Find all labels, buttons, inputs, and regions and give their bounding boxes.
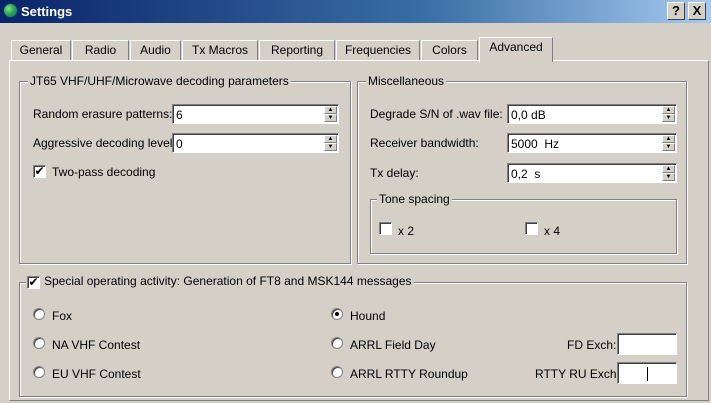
aggressive-decoding-spinbox[interactable]: 0 ▲ ▼ <box>172 133 339 153</box>
advanced-panel: JT65 VHF/UHF/Microwave decoding paramete… <box>9 60 709 401</box>
spin-up-icon[interactable]: ▲ <box>662 165 675 173</box>
degrade-sn-value: 0,0 dB <box>511 108 546 122</box>
radio-hound[interactable] <box>331 308 343 320</box>
tab-audio[interactable]: Audio <box>130 40 181 61</box>
radio-arrl-field-day[interactable] <box>331 337 343 349</box>
na-vhf-contest-label: NA VHF Contest <box>52 338 141 352</box>
fd-exch-input[interactable] <box>617 333 677 355</box>
tab-advanced[interactable]: Advanced <box>479 37 553 62</box>
random-erasure-value: 6 <box>176 108 183 122</box>
aggressive-decoding-label: Aggressive decoding level: <box>33 136 176 150</box>
two-pass-label: Two-pass decoding <box>52 165 156 179</box>
tab-tx-macros[interactable]: Tx Macros <box>182 40 258 61</box>
tab-colors[interactable]: Colors <box>421 40 478 61</box>
tab-bar: General Radio Audio Tx Macros Reporting … <box>0 37 711 62</box>
tx-delay-spinbox[interactable]: 0,2 s ▲ ▼ <box>507 163 677 183</box>
tone-x4-label: x 4 <box>544 224 561 238</box>
arrl-rtty-roundup-label: ARRL RTTY Roundup <box>350 367 468 381</box>
app-icon <box>3 3 18 18</box>
close-button[interactable]: X <box>688 2 706 20</box>
two-pass-checkbox[interactable]: ✔ <box>33 165 46 178</box>
spin-up-icon[interactable]: ▲ <box>324 106 337 114</box>
receiver-bandwidth-value: 5000 Hz <box>511 137 560 151</box>
tx-delay-label: Tx delay: <box>370 166 419 180</box>
special-activity-group: Special operating activity: Generation o… <box>19 274 687 397</box>
receiver-bandwidth-label: Receiver bandwidth: <box>370 136 479 150</box>
jt65-group: JT65 VHF/UHF/Microwave decoding paramete… <box>19 74 351 264</box>
spin-up-icon[interactable]: ▲ <box>324 135 337 143</box>
rtty-ru-exch-label: RTTY RU Exch: <box>535 367 620 381</box>
special-activity-checkbox[interactable]: ✔ <box>27 276 40 289</box>
spin-down-icon[interactable]: ▼ <box>662 143 675 151</box>
radio-fox[interactable] <box>33 308 45 320</box>
special-activity-title: Special operating activity: Generation o… <box>26 274 414 288</box>
radio-na-vhf-contest[interactable] <box>33 337 45 349</box>
spin-down-icon[interactable]: ▼ <box>662 114 675 122</box>
tone-spacing-group: Tone spacing x 2 x 4 <box>370 192 677 254</box>
radio-eu-vhf-contest[interactable] <box>33 366 45 378</box>
help-button[interactable]: ? <box>667 2 685 20</box>
tx-delay-value: 0,2 s <box>511 167 541 181</box>
random-erasure-label: Random erasure patterns: <box>33 107 173 121</box>
spin-up-icon[interactable]: ▲ <box>662 135 675 143</box>
receiver-bandwidth-spinbox[interactable]: 5000 Hz ▲ ▼ <box>507 133 677 153</box>
tone-x2-label: x 2 <box>398 224 415 238</box>
degrade-sn-spinbox[interactable]: 0,0 dB ▲ ▼ <box>507 104 677 124</box>
window-title: Settings <box>21 4 73 19</box>
tone-spacing-title: Tone spacing <box>377 192 452 206</box>
title-bar: Settings ? X <box>0 0 711 23</box>
tab-radio[interactable]: Radio <box>72 40 129 61</box>
hound-label: Hound <box>350 309 386 323</box>
jt65-group-title: JT65 VHF/UHF/Microwave decoding paramete… <box>28 74 291 88</box>
spin-up-icon[interactable]: ▲ <box>662 106 675 114</box>
spin-down-icon[interactable]: ▼ <box>324 114 337 122</box>
arrl-field-day-label: ARRL Field Day <box>350 338 436 352</box>
spin-down-icon[interactable]: ▼ <box>662 173 675 181</box>
tone-x2-checkbox[interactable] <box>379 222 392 235</box>
tab-frequencies[interactable]: Frequencies <box>336 40 420 61</box>
spin-down-icon[interactable]: ▼ <box>324 143 337 151</box>
tone-x4-checkbox[interactable] <box>525 222 538 235</box>
degrade-sn-label: Degrade S/N of .wav file: <box>370 107 503 121</box>
misc-group: Miscellaneous Degrade S/N of .wav file: … <box>357 74 687 264</box>
eu-vhf-contest-label: EU VHF Contest <box>52 367 141 381</box>
radio-arrl-rtty-roundup[interactable] <box>331 366 343 378</box>
fd-exch-label: FD Exch: <box>567 338 617 352</box>
tab-general[interactable]: General <box>11 40 71 61</box>
misc-group-title: Miscellaneous <box>366 74 447 88</box>
aggressive-decoding-value: 0 <box>176 137 183 151</box>
text-caret <box>647 367 648 381</box>
random-erasure-spinbox[interactable]: 6 ▲ ▼ <box>172 104 339 124</box>
fox-label: Fox <box>52 309 73 323</box>
tab-reporting[interactable]: Reporting <box>259 40 335 61</box>
rtty-ru-exch-input[interactable] <box>617 362 677 384</box>
